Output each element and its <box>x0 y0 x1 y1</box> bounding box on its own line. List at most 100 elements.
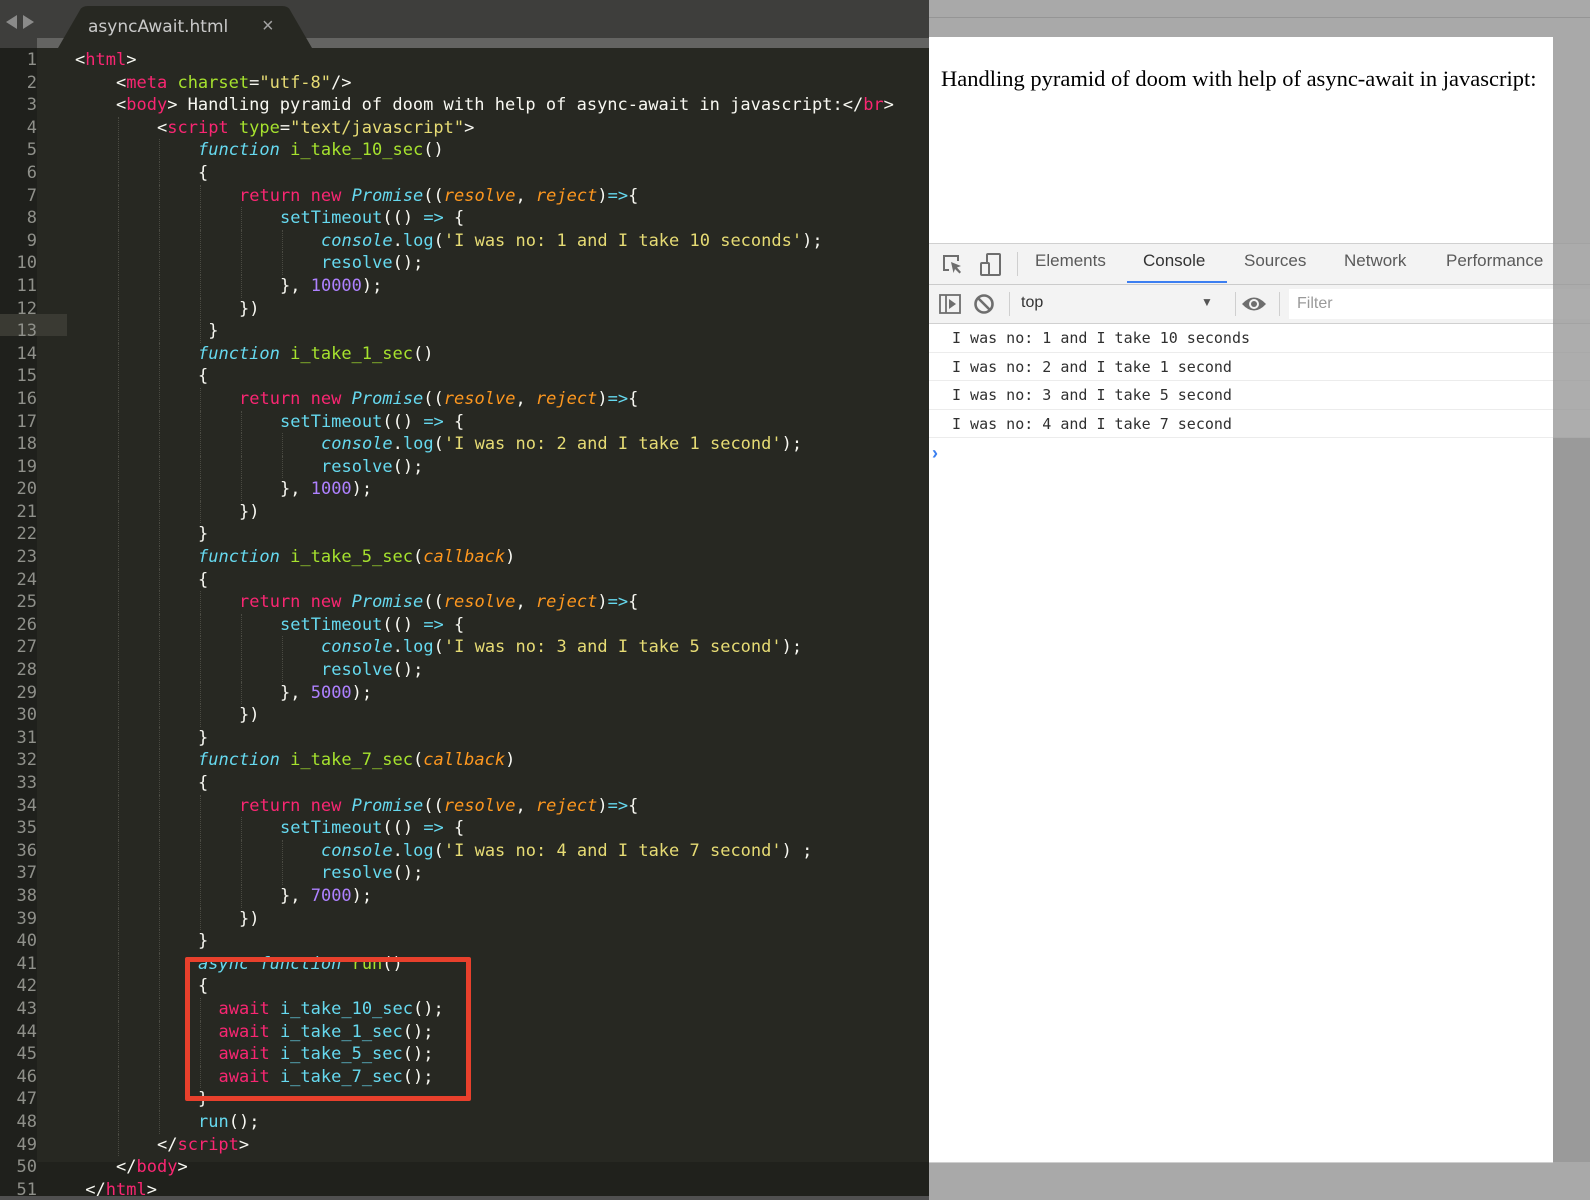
code-line: 11}, 10000); <box>0 274 929 298</box>
code-token-pun: ) ; <box>781 840 813 861</box>
code-token-pun: < <box>116 72 127 93</box>
code-text: return new Promise((resolve, reject)=>{ <box>239 185 638 208</box>
code-token-pun: { <box>628 592 639 613</box>
close-icon[interactable]: × <box>262 15 274 38</box>
line-number: 5 <box>26 140 37 161</box>
code-token-pun: }) <box>239 501 260 522</box>
code-token-pun: { <box>198 162 209 183</box>
indent-guide <box>241 839 242 863</box>
console-prompt[interactable]: › <box>929 438 1590 468</box>
code-token-pun: . <box>392 840 403 861</box>
live-expression-eye-icon[interactable] <box>1241 294 1267 319</box>
code-text: }) <box>239 704 259 727</box>
indent-guide <box>118 1043 119 1066</box>
back-arrow-icon[interactable] <box>6 15 17 29</box>
code-token-pun: , <box>515 185 536 206</box>
code-line: 24 { <box>0 568 929 592</box>
tab-async-await-html[interactable]: asyncAwait.html × <box>58 6 312 48</box>
indent-guide <box>118 546 119 569</box>
tab-console[interactable]: Console <box>1143 251 1205 271</box>
code-token-param: reject <box>535 795 598 816</box>
inspect-element-icon[interactable] <box>941 253 963 280</box>
highlight-annotation-box <box>185 957 471 1101</box>
code-token-pun: > <box>883 95 894 116</box>
code-token-param: reject <box>535 388 598 409</box>
indent-guide <box>159 1043 160 1066</box>
code-token-pun: ( <box>412 547 424 568</box>
tab-performance[interactable]: Performance <box>1446 251 1543 271</box>
code-text: return new Promise((resolve, reject)=>{ <box>239 388 638 411</box>
code-token-pun: { <box>443 614 465 635</box>
code-token-cls: Promise <box>351 795 424 816</box>
line-number: 43 <box>16 998 37 1019</box>
console-message: I was no: 4 and I take 7 second <box>929 410 1590 438</box>
indent-guide <box>118 116 119 140</box>
indent-guide <box>159 365 160 388</box>
indent-guide <box>159 387 160 411</box>
code-token-pun: { <box>198 773 209 793</box>
code-token-pun: (); <box>228 1111 260 1132</box>
indent-guide <box>118 930 119 953</box>
indent-guide <box>118 772 119 795</box>
toolbar-separator <box>1279 292 1280 316</box>
code-token-pun: ); <box>802 230 823 251</box>
code-token-str: 'I was no: 1 and I take 10 seconds' <box>443 230 803 251</box>
show-sidebar-icon[interactable] <box>939 294 961 319</box>
clear-console-icon[interactable] <box>973 293 995 320</box>
indent-guide <box>200 839 201 863</box>
code-token-str: 'I was no: 4 and I take 7 second' <box>443 840 782 861</box>
indent-guide <box>159 1020 160 1044</box>
indent-guide <box>118 478 119 501</box>
code-line: 49 </script> <box>0 1133 929 1157</box>
code-editor: asyncAwait.html × 1 <html> 2 <meta charset=… <box>0 0 929 1200</box>
code-token-sto: function <box>198 140 280 161</box>
code-token-pun: > <box>177 1157 188 1178</box>
line-number: 45 <box>16 1044 37 1065</box>
indent-guide <box>118 161 119 185</box>
code-line: 34 return new Promise((resolve, reject)=>… <box>0 794 929 818</box>
code-token-pun: < <box>157 117 168 138</box>
code-token-kw: return <box>239 388 301 409</box>
tab-elements[interactable]: Elements <box>1035 251 1106 271</box>
execution-context-select[interactable]: top ▼ <box>1021 291 1229 317</box>
indent-guide <box>159 613 160 637</box>
console-filter-input[interactable] <box>1289 289 1590 319</box>
code-token-arrow: => <box>607 592 629 613</box>
code-token-param: resolve <box>443 795 516 816</box>
code-token-pun: ) <box>597 592 608 613</box>
line-number: 48 <box>16 1111 37 1132</box>
indent-guide <box>200 613 201 637</box>
line-number: 23 <box>16 547 37 568</box>
indent-guide <box>200 817 201 840</box>
code-token-arrow: => <box>423 208 444 229</box>
indent-guide <box>159 726 160 750</box>
tab-network[interactable]: Network <box>1344 251 1406 271</box>
code-token-pun: { <box>628 388 639 409</box>
indent-guide <box>200 884 201 908</box>
line-number: 39 <box>16 908 37 929</box>
line-number: 20 <box>16 479 37 500</box>
code-text: resolve(); <box>321 659 423 682</box>
code-token-pun <box>341 592 351 612</box>
line-number: 46 <box>16 1066 37 1087</box>
code-token-cls: Promise <box>351 185 424 206</box>
tab-sources[interactable]: Sources <box>1244 251 1306 271</box>
code-line: 21}) <box>0 500 929 524</box>
code-token-param: reject <box>535 592 598 613</box>
code-token-sto: console <box>321 637 393 658</box>
code-token-pun <box>167 73 177 93</box>
code-token-call: resolve <box>321 253 393 274</box>
indent-guide <box>200 659 201 682</box>
indent-guide <box>159 433 160 456</box>
web-page: Handling pyramid of doom with help of as… <box>929 37 1553 1163</box>
indent-guide <box>159 320 160 343</box>
code-token-pun <box>300 592 310 612</box>
toolbar-separator <box>1009 292 1010 316</box>
device-toolbar-icon[interactable] <box>979 253 1003 282</box>
code-token-fn: i_take_7_sec <box>290 750 413 771</box>
line-number: 47 <box>16 1089 37 1110</box>
indent-guide <box>118 1133 119 1157</box>
code-token-pun: > Handling pyramid of doom with help of … <box>167 95 864 116</box>
code-token-pun: < <box>116 95 127 116</box>
forward-arrow-icon[interactable] <box>23 15 34 29</box>
